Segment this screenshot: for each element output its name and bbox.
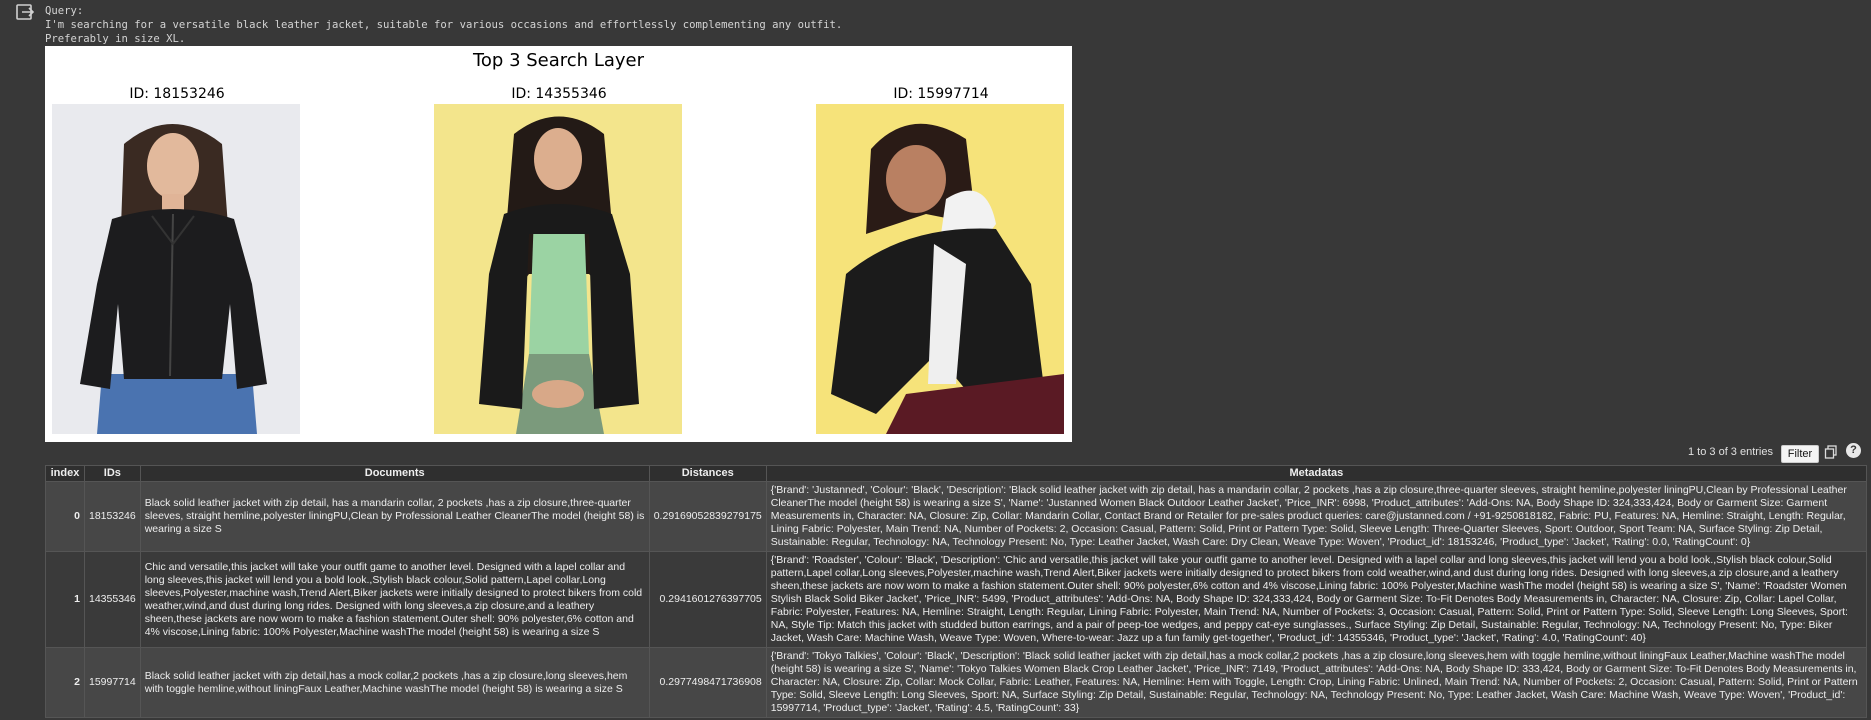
row-metadata: {'Brand': 'Tokyo Talkies', 'Colour': 'Bl… bbox=[765, 647, 1868, 718]
table-header-row: index IDs Documents Distances Metadatas bbox=[45, 465, 1868, 482]
query-line-2: Preferably in size XL. bbox=[45, 33, 186, 45]
table-row: 2 15997714 Black solid leather jacket wi… bbox=[45, 647, 1868, 718]
row-index: 0 bbox=[45, 481, 85, 552]
row-distance: 0.29169052839279175 bbox=[648, 481, 767, 552]
copy-icon[interactable] bbox=[1824, 445, 1838, 459]
row-index: 1 bbox=[45, 551, 85, 648]
query-text: Query: I'm searching for a versatile bla… bbox=[45, 4, 842, 46]
column-header-distances[interactable]: Distances bbox=[648, 465, 767, 482]
results-table: index IDs Documents Distances Metadatas … bbox=[45, 465, 1868, 718]
query-line-1: I'm searching for a versatile black leat… bbox=[45, 19, 843, 31]
result-panel: ID: 15997714 bbox=[816, 84, 1066, 434]
help-icon[interactable]: ? bbox=[1846, 443, 1861, 458]
table-row: 0 18153246 Black solid leather jacket wi… bbox=[45, 481, 1868, 552]
row-metadata: {'Brand': 'Roadster', 'Colour': 'Black',… bbox=[765, 551, 1868, 648]
query-label: Query: bbox=[45, 5, 84, 17]
column-header-metadatas[interactable]: Metadatas bbox=[765, 465, 1868, 482]
search-results-figure: Top 3 Search Layer ID: 18153246 ID: 1435… bbox=[45, 46, 1072, 442]
result-panel: ID: 18153246 bbox=[52, 84, 302, 434]
product-photo bbox=[52, 104, 300, 434]
result-id-label: ID: 18153246 bbox=[129, 86, 225, 102]
row-metadata: {'Brand': 'Justanned', 'Colour': 'Black'… bbox=[765, 481, 1868, 552]
result-id-label: ID: 15997714 bbox=[893, 86, 989, 102]
result-panel: ID: 14355346 bbox=[434, 84, 684, 434]
entries-count: 1 to 3 of 3 entries bbox=[1688, 446, 1773, 458]
column-header-index[interactable]: index bbox=[45, 465, 85, 482]
filter-button[interactable]: Filter bbox=[1781, 445, 1819, 463]
column-header-ids[interactable]: IDs bbox=[84, 465, 141, 482]
column-header-documents[interactable]: Documents bbox=[139, 465, 650, 482]
row-id: 15997714 bbox=[84, 647, 141, 718]
row-distance: 0.2941601276397705 bbox=[648, 551, 767, 648]
row-document: Black solid leather jacket with zip deta… bbox=[139, 647, 650, 718]
row-distance: 0.2977498471736908 bbox=[648, 647, 767, 718]
product-photo bbox=[434, 104, 682, 434]
figure-title: Top 3 Search Layer bbox=[472, 50, 645, 71]
row-index: 2 bbox=[45, 647, 85, 718]
table-row: 1 14355346 Chic and versatile,this jacke… bbox=[45, 551, 1868, 648]
result-id-label: ID: 14355346 bbox=[511, 86, 607, 102]
row-document: Black solid leather jacket with zip deta… bbox=[139, 481, 650, 552]
row-id: 14355346 bbox=[84, 551, 141, 648]
row-document: Chic and versatile,this jacket will take… bbox=[139, 551, 650, 648]
row-id: 18153246 bbox=[84, 481, 141, 552]
output-arrow-icon[interactable] bbox=[14, 2, 36, 24]
product-photo bbox=[816, 104, 1064, 434]
